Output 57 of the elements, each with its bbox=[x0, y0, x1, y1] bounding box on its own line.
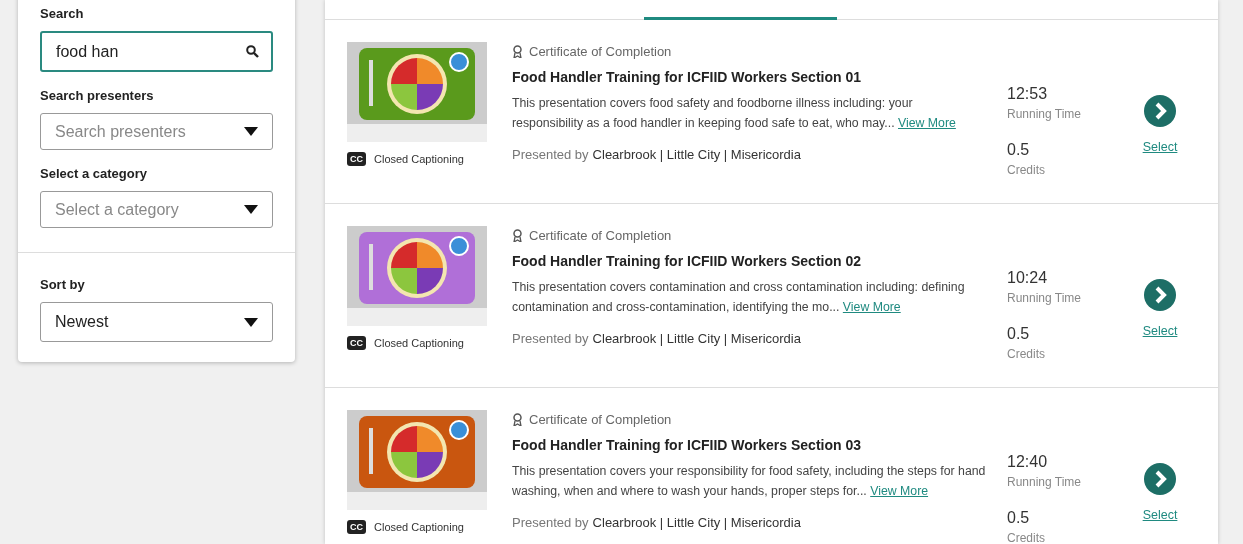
presented-by-label: Presented by bbox=[512, 147, 589, 162]
cc-badge: CC bbox=[347, 152, 366, 166]
presenters-text: Clearbrook | Little City | Misericordia bbox=[592, 331, 801, 346]
credits-label: Credits bbox=[1007, 531, 1046, 544]
captioning-label: Closed Captioning bbox=[374, 521, 464, 533]
course-title: Food Handler Training for ICFIID Workers Section 03 bbox=[512, 437, 862, 453]
presenters-label: Search presenters bbox=[40, 88, 155, 103]
running-time-label: Running Time bbox=[1007, 291, 1083, 305]
search-field[interactable]: food han bbox=[40, 31, 273, 72]
presented-by-label: Presented by bbox=[512, 515, 589, 530]
certificate-label: Certificate of Completion bbox=[529, 228, 672, 243]
presenters-dropdown[interactable]: Search presenters bbox=[40, 113, 273, 150]
dropdown-caret-icon bbox=[244, 317, 258, 327]
running-time-value: 10:24 bbox=[1007, 269, 1049, 287]
running-time-label: Running Time bbox=[1007, 107, 1083, 121]
search-icon bbox=[246, 45, 259, 58]
select-link[interactable]: Select bbox=[1142, 508, 1178, 522]
running-time-value: 12:40 bbox=[1007, 453, 1049, 471]
captioning-label: Closed Captioning bbox=[374, 337, 464, 349]
course-title: Food Handler Training for ICFIID Workers Section 02 bbox=[512, 253, 862, 269]
category-label: Select a category bbox=[40, 166, 148, 181]
view-more-link[interactable]: View More bbox=[870, 484, 929, 498]
search-label: Search bbox=[40, 6, 85, 21]
running-time-label: Running Time bbox=[1007, 475, 1083, 489]
course-description: This presentation covers your responsibility for food safety, including the steps for hand washing, when and where to wash your hands, proper steps for... View More bbox=[512, 463, 987, 500]
chevron-right-icon[interactable] bbox=[1144, 463, 1176, 495]
credits-value: 0.5 bbox=[1007, 325, 1031, 343]
dropdown-caret-icon bbox=[244, 205, 258, 214]
course-description: This presentation covers food safety and foodborne illness including: your responsibility as a food handler in keeping food safe to eat, who may... View More bbox=[512, 95, 957, 132]
presenters-text: Clearbrook | Little City | Misericordia bbox=[592, 147, 801, 162]
credits-label: Credits bbox=[1007, 163, 1046, 177]
presented-by-label: Presented by bbox=[512, 331, 589, 346]
presenters-text: Clearbrook | Little City | Misericordia bbox=[592, 515, 801, 530]
ribbon-icon bbox=[512, 413, 523, 426]
certificate-label: Certificate of Completion bbox=[529, 412, 672, 427]
course-description: This presentation covers contamination and cross contamination including: defining contamination and cross-contamination, identifying the mo... View More bbox=[512, 279, 966, 316]
course-title: Food Handler Training for ICFIID Workers Section 01 bbox=[512, 69, 862, 85]
sort-label: Sort by bbox=[40, 277, 86, 292]
ribbon-icon bbox=[512, 229, 523, 242]
select-link[interactable]: Select bbox=[1142, 140, 1178, 154]
view-more-link[interactable]: View More bbox=[898, 116, 956, 130]
cc-badge: CC bbox=[347, 336, 366, 350]
ribbon-icon bbox=[512, 45, 523, 58]
select-link[interactable]: Select bbox=[1142, 324, 1178, 338]
captioning-label: Closed Captioning bbox=[374, 153, 464, 165]
credits-value: 0.5 bbox=[1007, 509, 1031, 527]
view-more-link[interactable]: View More bbox=[842, 300, 901, 314]
chevron-right-icon[interactable] bbox=[1144, 95, 1176, 127]
cc-badge: CC bbox=[347, 520, 366, 534]
certificate-label: Certificate of Completion bbox=[529, 44, 672, 59]
running-time-value: 12:53 bbox=[1007, 85, 1049, 103]
sort-dropdown[interactable]: Newest bbox=[40, 302, 273, 342]
credits-value: 0.5 bbox=[1007, 141, 1031, 159]
category-dropdown[interactable]: Select a category bbox=[40, 191, 273, 228]
chevron-right-icon[interactable] bbox=[1144, 279, 1176, 311]
dropdown-caret-icon bbox=[244, 127, 258, 136]
credits-label: Credits bbox=[1007, 347, 1046, 361]
